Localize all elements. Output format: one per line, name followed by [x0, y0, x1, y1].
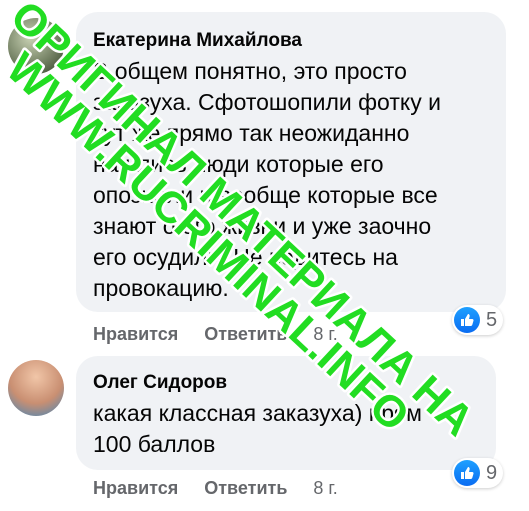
comment-line: В общем понятно, это просто — [93, 58, 407, 84]
comment-1: Екатерина Михайлова В общем понятно, это… — [0, 0, 529, 350]
comment-line: какая классная заказуха) прям — [93, 400, 422, 426]
comment-line: провокацию. — [93, 275, 229, 301]
avatar[interactable] — [8, 360, 64, 416]
reaction-count: 5 — [486, 308, 498, 331]
reply-button[interactable]: Ответить — [204, 478, 287, 499]
comment-actions: Нравится Ответить 8 г. — [93, 324, 338, 345]
comment-line: 100 баллов — [93, 431, 216, 457]
like-icon — [454, 307, 480, 333]
comment-text: какая классная заказуха) прям 100 баллов — [93, 398, 422, 460]
comment-timestamp[interactable]: 8 г. — [313, 478, 337, 499]
comment-actions: Нравится Ответить 8 г. — [93, 478, 338, 499]
reaction-summary[interactable]: 9 — [452, 458, 504, 488]
comment-author[interactable]: Олег Сидоров — [93, 372, 227, 394]
reaction-summary[interactable]: 5 — [452, 305, 504, 335]
comment-author[interactable]: Екатерина Михайлова — [93, 30, 302, 52]
comment-timestamp[interactable]: 8 г. — [313, 324, 337, 345]
comment-line: нашлись люди которые его — [93, 151, 384, 177]
comment-line: тут же прямо так неожиданно — [93, 120, 410, 146]
comment-line: заказуха. Сфотошопили фотку и — [93, 89, 441, 115]
comment-line: его осудили. Не ведитесь на — [93, 244, 398, 270]
like-button[interactable]: Нравится — [93, 478, 178, 499]
comment-text: В общем понятно, это просто заказуха. Сф… — [93, 56, 441, 304]
reply-button[interactable]: Ответить — [204, 324, 287, 345]
reaction-count: 9 — [486, 461, 498, 484]
avatar[interactable] — [8, 18, 64, 74]
like-icon — [454, 460, 480, 486]
comment-line: знают о его жизни и уже заочно — [93, 213, 432, 239]
comment-line: опознали и вообще которые все — [93, 182, 438, 208]
comment-2: Олег Сидоров какая классная заказуха) пр… — [0, 350, 529, 511]
like-button[interactable]: Нравится — [93, 324, 178, 345]
